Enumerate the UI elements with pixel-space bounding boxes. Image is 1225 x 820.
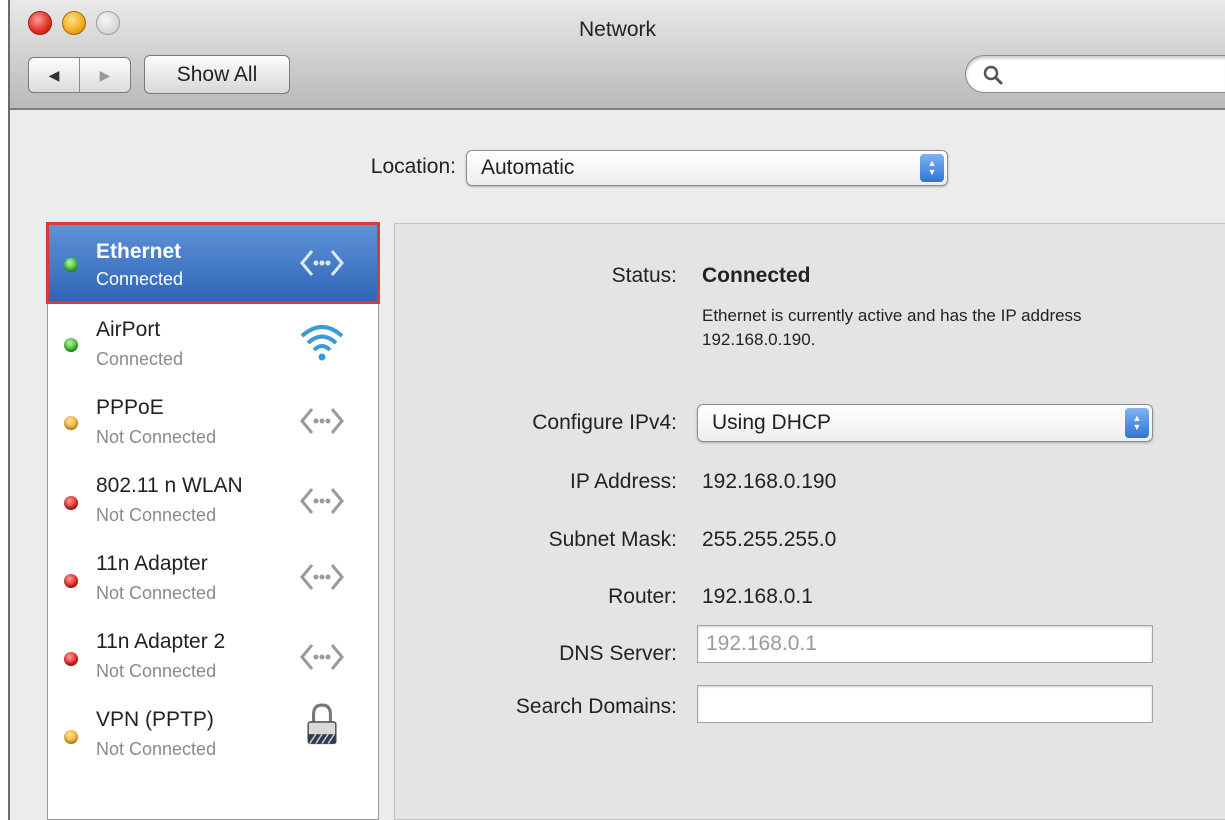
ethernet-icon <box>300 250 344 276</box>
service-status: Not Connected <box>96 739 217 759</box>
status-indicator-green-icon <box>64 258 78 272</box>
service-detail-pane: Status: Connected Ethernet is currently … <box>394 223 1225 820</box>
service-item-ethernet[interactable]: Ethernet Connected <box>46 222 380 304</box>
back-forward-group: ◀ ▶ <box>28 57 131 93</box>
search-icon <box>983 65 1003 85</box>
service-name: 11n Adapter <box>96 552 208 575</box>
lock-icon <box>307 703 337 745</box>
service-item-pppoe[interactable]: PPPoE Not Connected <box>48 382 378 460</box>
show-all-button[interactable]: Show All <box>144 55 290 94</box>
service-item-802-11n-wlan[interactable]: 802.11 n WLAN Not Connected <box>48 460 378 538</box>
search-domains-label: Search Domains: <box>515 695 677 718</box>
configure-ipv4-label: Configure IPv4: <box>532 411 677 434</box>
ethernet-icon <box>300 488 344 514</box>
forward-button[interactable]: ▶ <box>79 58 130 92</box>
status-label: Status: <box>611 264 677 287</box>
network-preferences-window: Network ◀ ▶ Show All Location: Automatic… <box>8 0 1225 820</box>
dns-server-label: DNS Server: <box>559 642 677 665</box>
forward-arrow-icon: ▶ <box>99 66 111 83</box>
service-status: Not Connected <box>96 427 217 447</box>
status-indicator-yellow-icon <box>64 730 78 744</box>
service-name: 802.11 n WLAN <box>96 474 243 497</box>
status-indicator-yellow-icon <box>64 416 78 430</box>
back-arrow-icon: ◀ <box>48 66 60 83</box>
service-item-11n-adapter[interactable]: 11n Adapter Not Connected <box>48 538 378 616</box>
service-name: 11n Adapter 2 <box>96 630 226 653</box>
service-list: Ethernet Connected AirPort Connected PPP… <box>46 222 380 820</box>
status-description: Ethernet is currently active and has the… <box>702 306 1082 349</box>
ethernet-icon <box>300 564 344 590</box>
service-item-11n-adapter-2[interactable]: 11n Adapter 2 Not Connected <box>48 616 378 694</box>
service-name: AirPort <box>96 318 161 341</box>
ip-address-label: IP Address: <box>569 470 677 493</box>
status-value: Connected <box>702 264 811 287</box>
subnet-mask-value: 255.255.255.0 <box>702 528 837 551</box>
search-domains-field[interactable] <box>697 685 1153 723</box>
service-item-airport[interactable]: AirPort Connected <box>48 304 378 382</box>
ip-address-value: 192.168.0.190 <box>702 470 837 493</box>
dns-server-field[interactable]: 192.168.0.1 <box>697 625 1153 663</box>
wifi-icon <box>300 325 344 361</box>
service-status: Connected <box>96 349 184 369</box>
service-status: Not Connected <box>96 583 217 603</box>
popup-arrows-icon: ▲ ▼ <box>1125 408 1149 438</box>
popup-arrows-icon: ▲ ▼ <box>920 154 944 182</box>
service-name: Ethernet <box>96 240 182 263</box>
title-bar: Network ◀ ▶ Show All <box>10 0 1225 110</box>
service-status: Not Connected <box>96 505 217 525</box>
service-status: Connected <box>96 269 184 289</box>
status-indicator-red-icon <box>64 652 78 666</box>
service-name: VPN (PPTP) <box>96 708 214 731</box>
status-indicator-red-icon <box>64 574 78 588</box>
service-status: Not Connected <box>96 661 217 681</box>
search-input[interactable] <box>965 55 1225 93</box>
ethernet-icon <box>300 408 344 434</box>
router-label: Router: <box>608 585 677 608</box>
configure-ipv4-value: Using DHCP <box>712 411 832 434</box>
service-name: PPPoE <box>96 396 164 419</box>
ethernet-icon <box>300 644 344 670</box>
configure-ipv4-popup[interactable]: Using DHCP ▲ ▼ <box>697 404 1153 442</box>
subnet-mask-label: Subnet Mask: <box>548 528 677 551</box>
status-indicator-green-icon <box>64 338 78 352</box>
window-title: Network <box>578 18 657 41</box>
back-button[interactable]: ◀ <box>29 58 79 92</box>
location-label: Location: <box>370 155 456 178</box>
service-item-vpn-pptp[interactable]: VPN (PPTP) Not Connected <box>48 694 378 772</box>
status-indicator-red-icon <box>64 496 78 510</box>
location-popup[interactable]: Automatic ▲ ▼ <box>466 150 948 186</box>
location-value: Automatic <box>481 156 575 179</box>
router-value: 192.168.0.1 <box>702 585 813 608</box>
